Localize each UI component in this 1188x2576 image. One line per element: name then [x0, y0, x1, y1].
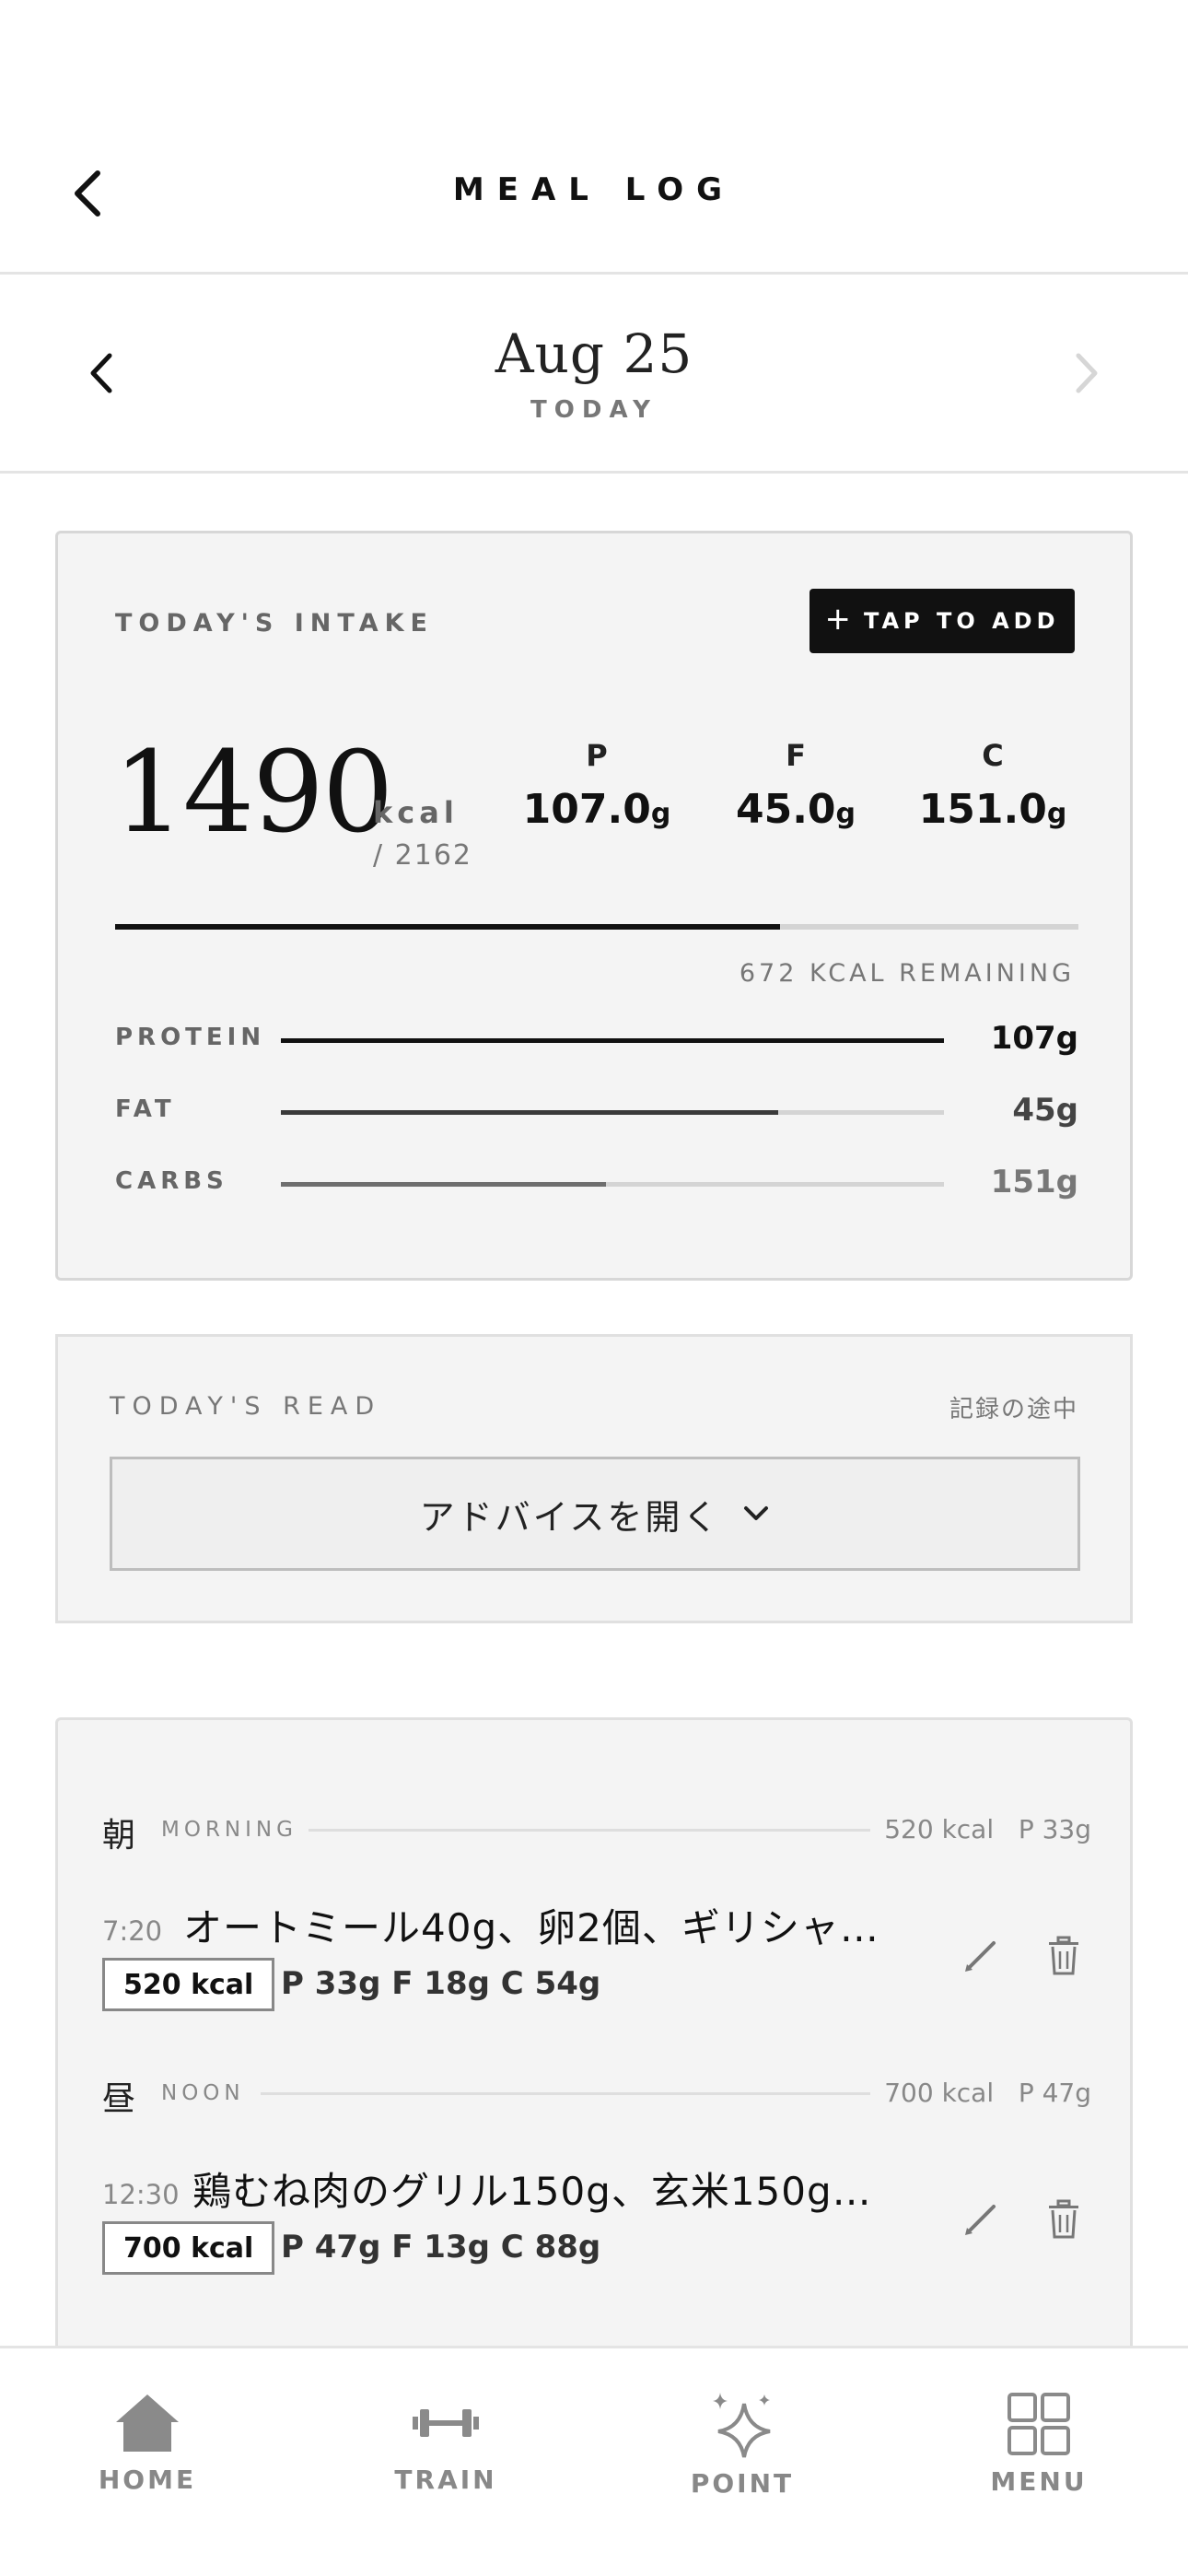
read-section-label: TODAY'S READ: [110, 1392, 382, 1421]
plus-icon: +: [824, 601, 851, 638]
macro-letter: P: [586, 738, 608, 773]
sparkle-icon: [713, 2393, 771, 2458]
open-advice-button[interactable]: アドバイスを開く: [110, 1457, 1080, 1571]
macro-bar-fat: FAT 45g: [115, 1092, 1078, 1129]
tap-to-add-label: TAP TO ADD: [863, 608, 1060, 634]
tab-point[interactable]: POINT: [650, 2391, 834, 2511]
intake-summary-card: TODAY'S INTAKE + TAP TO ADD 1490 kcal / …: [55, 531, 1133, 1281]
kcal-progress-fill: [115, 924, 780, 930]
meal-section-header-noon: 昼 NOON 700 kcal P 47g: [102, 2072, 1091, 2118]
macro-fat: F 45.0g: [708, 738, 883, 833]
pencil-icon: [965, 1941, 996, 1972]
meal-section-name: MORNING: [161, 1818, 297, 1842]
edit-meal-button[interactable]: [953, 2192, 1008, 2247]
macro-bar-track: [281, 1038, 944, 1043]
macro-letter: C: [982, 738, 1004, 773]
macro-value: 45.0g: [735, 786, 856, 833]
grid-icon: [1007, 2393, 1070, 2455]
chevron-down-icon: [744, 1506, 769, 1520]
meal-kcal-badge: 700 kcal: [102, 2221, 275, 2275]
tab-label: POINT: [690, 2468, 795, 2499]
delete-meal-button[interactable]: [1036, 2192, 1091, 2247]
next-day-button[interactable]: [1059, 341, 1114, 405]
tab-label: MENU: [990, 2466, 1088, 2497]
macro-bar-protein: PROTEIN 107g: [115, 1020, 1078, 1057]
tab-label: TRAIN: [394, 2465, 497, 2495]
page-title: MEAL LOG: [452, 171, 736, 208]
meal-time: 7:20: [102, 1915, 163, 1947]
macro-bar-value: 45g: [1012, 1092, 1078, 1129]
macro-bar-label: FAT: [115, 1095, 176, 1123]
tab-menu[interactable]: MENU: [947, 2391, 1131, 2511]
chevron-right-icon: [1076, 353, 1098, 393]
bottom-tab-bar: HOME TRAIN POINT MENU: [0, 2346, 1188, 2576]
pencil-icon: [965, 2205, 996, 2235]
read-status: 記録の途中: [949, 1396, 1078, 1423]
top-bar: MEAL LOG: [0, 0, 1188, 275]
intake-section-label: TODAY'S INTAKE: [115, 609, 434, 638]
meal-section-kanji: 昼: [102, 2080, 136, 2118]
date-relative-label: TODAY: [530, 396, 658, 424]
kcal-remaining: 672 KCAL REMAINING: [739, 959, 1075, 988]
macro-bar-track: [281, 1110, 944, 1115]
kcal-goal: / 2162: [373, 839, 472, 872]
macro-protein: P 107.0g: [509, 738, 684, 833]
meal-section-summary: 700 kcal P 47g: [884, 2078, 1091, 2108]
macro-bar-value: 151g: [990, 1164, 1078, 1200]
meal-section-header-morning: 朝 MORNING 520 kcal P 33g: [102, 1809, 1091, 1855]
macro-bar-label: PROTEIN: [115, 1024, 266, 1051]
delete-meal-button[interactable]: [1036, 1928, 1091, 1984]
tab-home[interactable]: HOME: [55, 2391, 239, 2511]
meal-section-name: NOON: [161, 2081, 245, 2105]
meal-section-summary: 520 kcal P 33g: [884, 1814, 1091, 1844]
macro-bar-track: [281, 1182, 944, 1187]
meal-section-kanji: 朝: [102, 1817, 136, 1855]
meal-entry[interactable]: 7:20 オートミール40g、卵2個、ギリシャヨーグルト 520 kcal P …: [102, 1895, 1091, 2011]
edit-meal-button[interactable]: [953, 1928, 1008, 1984]
macro-bar-fill: [281, 1038, 944, 1043]
home-icon: [116, 2395, 179, 2452]
macro-bar-label: CARBS: [115, 1167, 228, 1195]
macro-bar-fill: [281, 1182, 606, 1187]
date-navigator: Aug 25 TODAY: [0, 275, 1188, 474]
macro-bar-value: 107g: [990, 1020, 1078, 1057]
current-date: Aug 25: [495, 322, 693, 385]
macro-carbs: C 151.0g: [905, 738, 1080, 833]
meal-kcal-badge: 520 kcal: [102, 1958, 275, 2011]
meal-description: 鶏むね肉のグリル150g、玄米150g、サラダ: [192, 2169, 902, 2214]
macro-value: 107.0g: [522, 786, 671, 833]
meal-entry[interactable]: 12:30 鶏むね肉のグリル150g、玄米150g、サラダ 700 kcal P…: [102, 2159, 1091, 2275]
trash-icon: [1049, 1936, 1078, 1975]
tab-train[interactable]: TRAIN: [354, 2391, 538, 2511]
divider: [261, 2092, 870, 2095]
kcal-progress-bar: [115, 924, 1078, 930]
open-advice-label: アドバイスを開く: [419, 1496, 721, 1538]
tab-label: HOME: [98, 2465, 197, 2495]
macro-letter: F: [786, 738, 806, 773]
macro-value: 151.0g: [918, 786, 1067, 833]
todays-read-card: TODAY'S READ 記録の途中 アドバイスを開く: [55, 1334, 1133, 1623]
tap-to-add-button[interactable]: + TAP TO ADD: [809, 589, 1075, 653]
macro-bar-carbs: CARBS 151g: [115, 1164, 1078, 1200]
meal-time: 12:30: [102, 2179, 180, 2210]
meal-macros: P 33g F 18g C 54g: [281, 1965, 601, 2002]
divider: [309, 1829, 870, 1832]
trash-icon: [1049, 2199, 1078, 2239]
dumbbell-icon: [413, 2409, 479, 2437]
macro-bar-fill: [281, 1110, 778, 1115]
meal-description: オートミール40g、卵2個、ギリシャヨーグルト: [183, 1905, 902, 1950]
total-kcal: 1490: [113, 727, 393, 858]
meal-macros: P 47g F 13g C 88g: [281, 2229, 601, 2266]
kcal-unit: kcal: [373, 795, 459, 830]
